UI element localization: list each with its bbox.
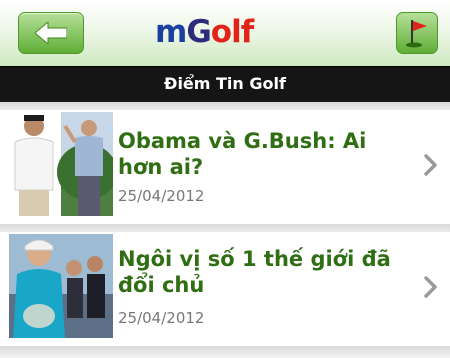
chevron-right-icon: [424, 154, 437, 176]
article-item[interactable]: Obama và G.Bush: Ai hơn ai? 25/04/2012: [0, 110, 450, 228]
article-thumbnail: [9, 234, 113, 338]
mgolf-logo: mGolf: [155, 14, 254, 50]
article-headline: Ngôi vị số 1 thế giới đã đổi chủ: [118, 247, 391, 297]
article-thumbnail: [9, 112, 113, 216]
golf-flag-button[interactable]: [396, 12, 438, 54]
article-date: 25/04/2012: [118, 309, 205, 327]
back-arrow-icon: [35, 22, 67, 44]
chevron-right-icon: [424, 276, 437, 298]
article-item[interactable]: Ngôi vị số 1 thế giới đã đổi chủ 25/04/2…: [0, 232, 450, 350]
app-header: mGolf: [0, 0, 450, 66]
list-divider: [0, 346, 450, 358]
golf-flag-icon: [406, 20, 427, 48]
article-date: 25/04/2012: [118, 187, 205, 205]
back-button[interactable]: [18, 12, 84, 54]
article-headline: Obama và G.Bush: Ai hơn ai?: [118, 129, 367, 179]
section-title-bar: Điểm Tin Golf: [0, 66, 450, 103]
page-title: Điểm Tin Golf: [164, 74, 286, 93]
